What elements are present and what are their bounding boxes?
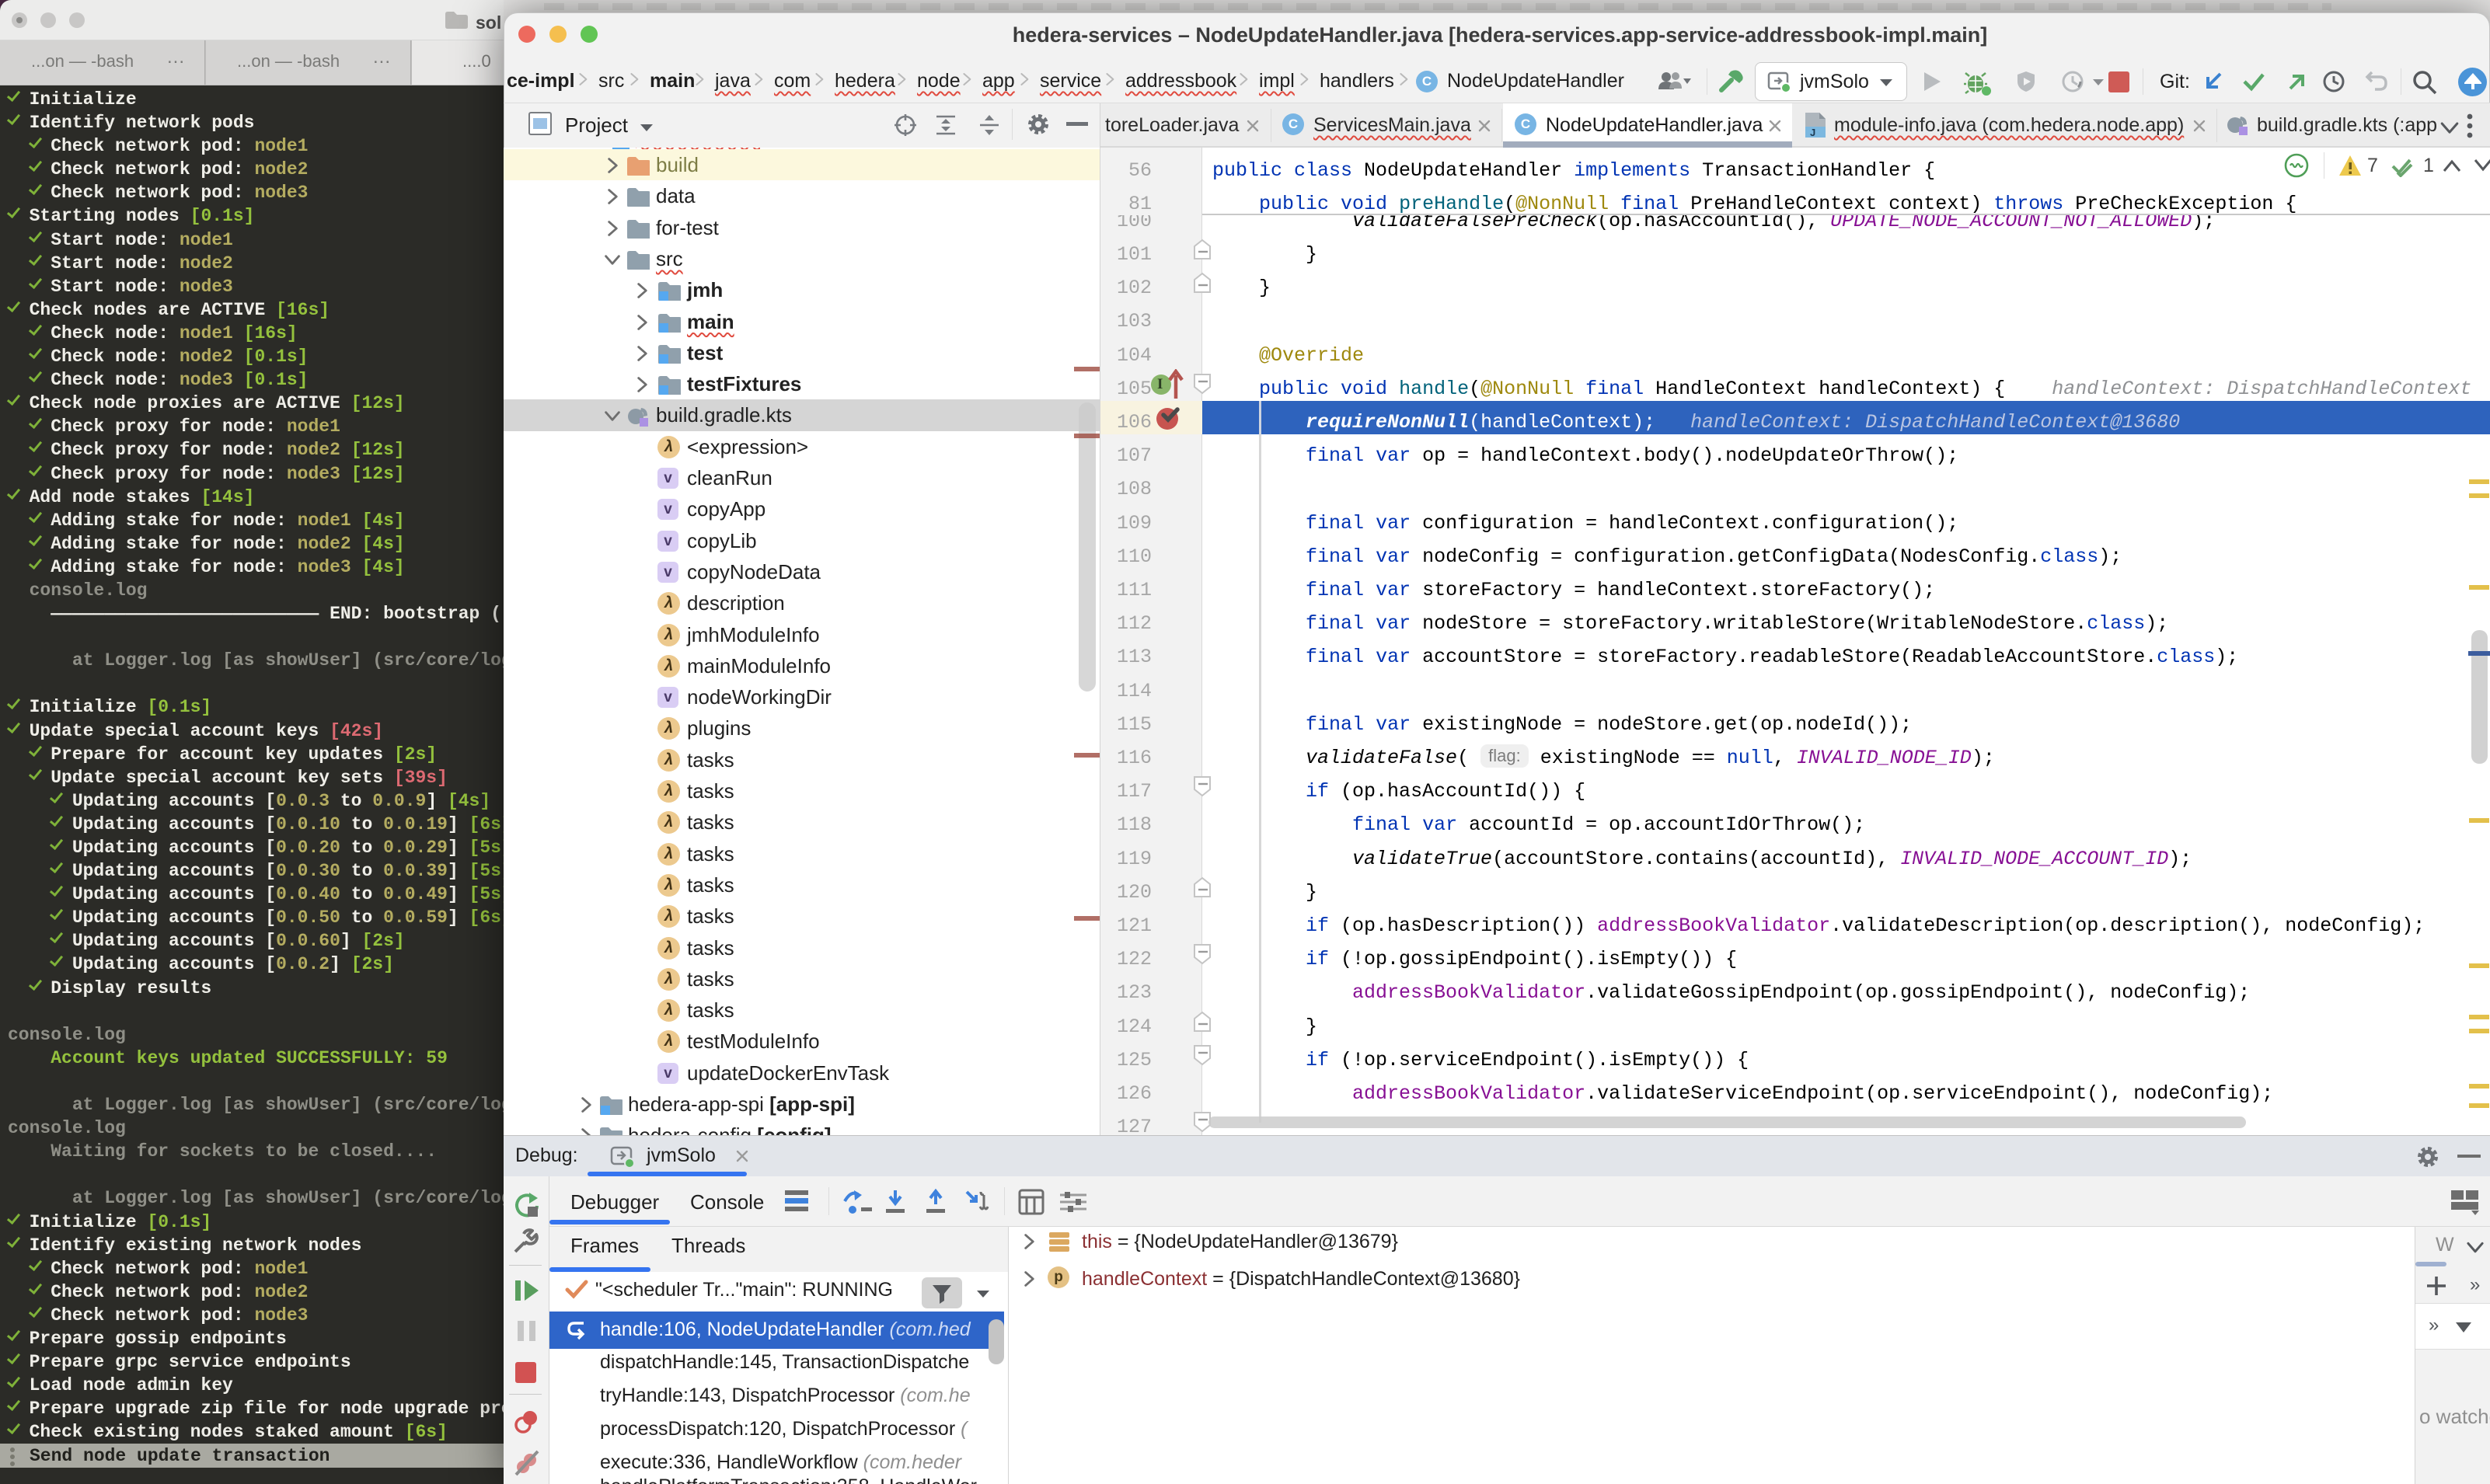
svg-text:J: J bbox=[1810, 127, 1815, 138]
